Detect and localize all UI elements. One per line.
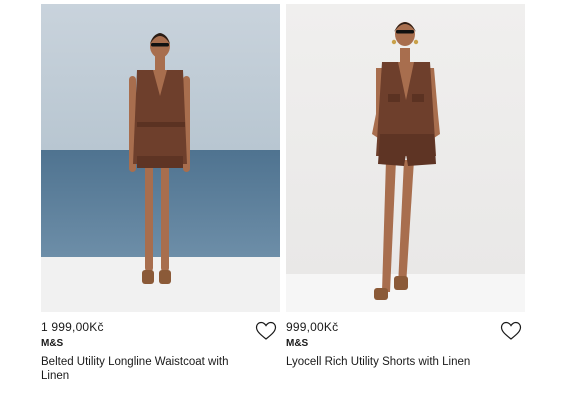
heart-outline-icon[interactable]: [255, 321, 277, 341]
product-image[interactable]: [286, 4, 525, 312]
heart-outline-icon[interactable]: [500, 321, 522, 341]
product-price: 1 999,00Kč: [41, 320, 104, 334]
product-brand: M&S: [41, 338, 64, 349]
product-info: 999,00Kč M&S Lyocell Rich Utility Shorts…: [286, 320, 525, 369]
product-title[interactable]: Lyocell Rich Utility Shorts with Linen: [286, 355, 501, 369]
product-card[interactable]: 999,00Kč M&S Lyocell Rich Utility Shorts…: [286, 4, 525, 369]
product-grid: 1 999,00Kč M&S Belted Utility Longline W…: [0, 0, 566, 400]
product-brand: M&S: [286, 338, 309, 349]
product-price: 999,00Kč: [286, 320, 339, 334]
product-title[interactable]: Belted Utility Longline Waistcoat with L…: [41, 355, 256, 383]
product-image[interactable]: [41, 4, 280, 312]
product-info: 1 999,00Kč M&S Belted Utility Longline W…: [41, 320, 280, 383]
product-card[interactable]: 1 999,00Kč M&S Belted Utility Longline W…: [41, 4, 280, 383]
